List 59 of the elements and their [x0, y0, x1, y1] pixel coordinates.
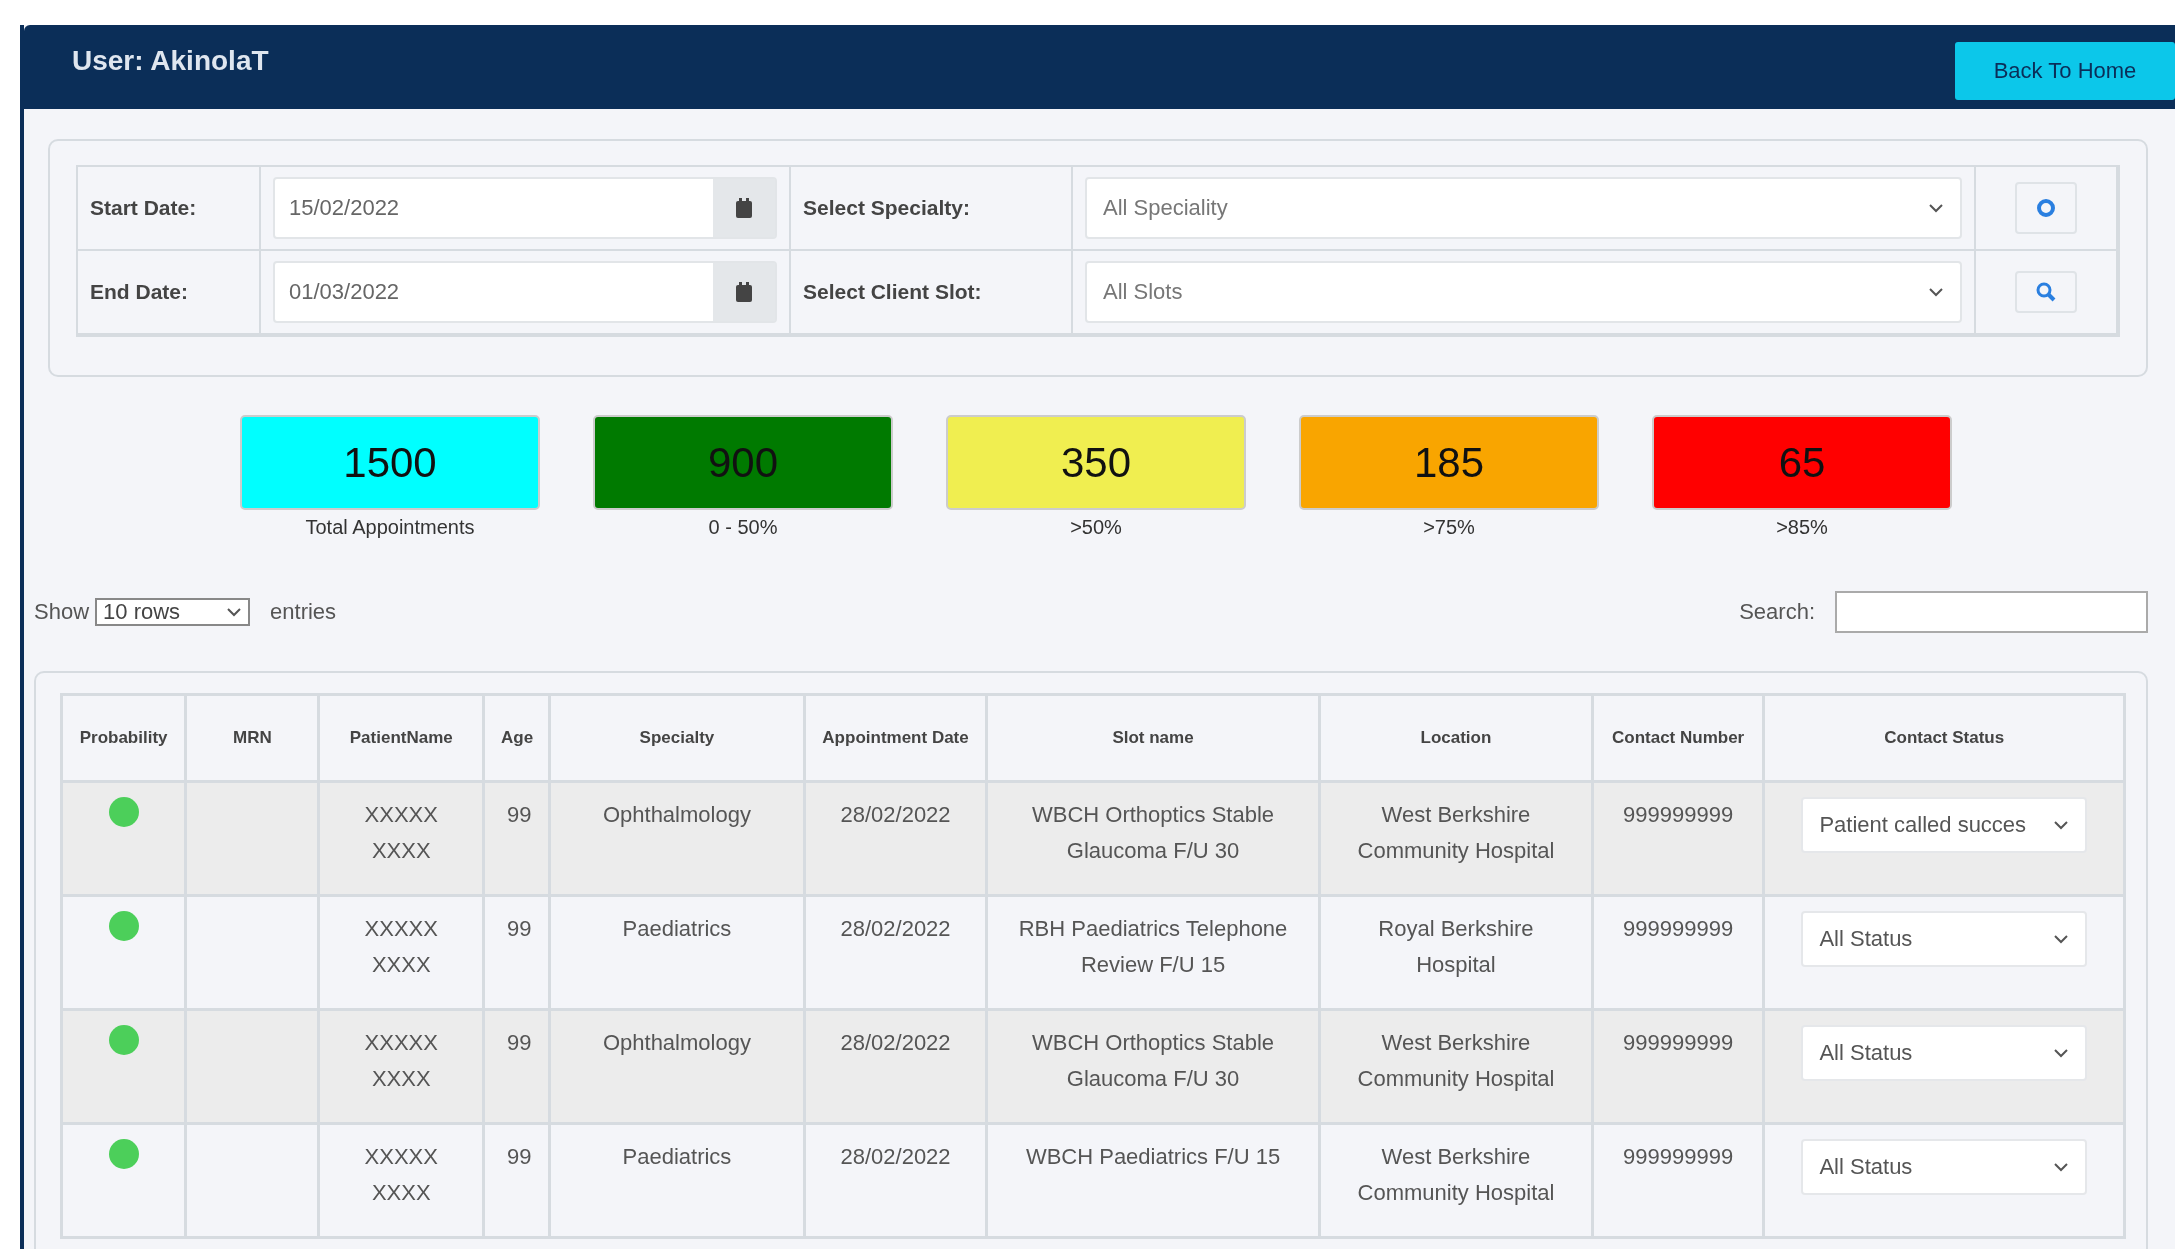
chevron-down-icon	[1928, 287, 1944, 297]
stat-tile: 350	[946, 415, 1246, 510]
chevron-down-icon	[2053, 1162, 2069, 1172]
entries-label: entries	[270, 599, 337, 625]
table-cell: Paediatrics	[549, 1123, 805, 1238]
column-header: Probability	[61, 694, 186, 782]
column-header: Age	[483, 694, 550, 782]
calendar-icon	[735, 197, 753, 219]
stat-tile: 65	[1652, 415, 1952, 510]
status-select[interactable]: All Status	[1801, 911, 2087, 967]
column-header: Contact Status	[1763, 694, 2125, 782]
table-cell: XXXXX XXXX	[319, 1123, 484, 1238]
search-label: Search:	[1739, 599, 1815, 625]
show-label: Show	[34, 599, 90, 625]
search-button[interactable]	[2015, 271, 2077, 313]
chevron-down-icon	[2053, 820, 2069, 830]
status-select[interactable]: All Status	[1801, 1139, 2087, 1195]
stat-label: 0 - 50%	[708, 516, 778, 539]
table-cell: 99	[483, 1123, 550, 1238]
chevron-down-icon	[2053, 934, 2069, 944]
refresh-button[interactable]	[2015, 182, 2077, 234]
column-header: PatientName	[319, 694, 484, 782]
column-header: Slot name	[986, 694, 1320, 782]
field-label: Select Client Slot:	[803, 280, 982, 304]
status-select[interactable]: Patient called succes	[1801, 797, 2087, 853]
start-date-field[interactable]: 15/02/2022	[273, 177, 777, 239]
column-header: Contact Number	[1592, 694, 1764, 782]
stat-label: Total Appointments	[305, 516, 475, 539]
field-label: Select Specialty:	[803, 196, 970, 220]
table-cell: WBCH Paediatrics F/U 15	[986, 1123, 1320, 1238]
chevron-down-icon	[1928, 203, 1944, 213]
client-slot-select[interactable]: All Slots	[1085, 261, 1962, 323]
chevron-down-icon	[2053, 1048, 2069, 1058]
stat-tile: 185	[1299, 415, 1599, 510]
specialty-select[interactable]: All Speciality	[1085, 177, 1962, 239]
field-label: End Date:	[90, 280, 188, 304]
table-cell: West Berkshire Community Hospital	[1319, 1123, 1593, 1238]
user-name: User: AkinolaT	[72, 45, 269, 77]
rows-select[interactable]: 10 rows	[95, 598, 251, 626]
column-header: Location	[1319, 694, 1593, 782]
back-to-home-button[interactable]: Back To Home	[1955, 42, 2175, 100]
column-header: Appointment Date	[804, 694, 987, 782]
search-field[interactable]	[1835, 591, 2148, 633]
stat-label: >50%	[1070, 516, 1122, 539]
calendar-icon	[735, 281, 753, 303]
status-select[interactable]: All Status	[1801, 1025, 2087, 1081]
search-icon	[2035, 281, 2057, 303]
stat-tile: 900	[593, 415, 893, 510]
column-header: Specialty	[549, 694, 805, 782]
stat-label: >75%	[1423, 516, 1475, 539]
refresh-icon	[2035, 197, 2057, 219]
field-label: Start Date:	[90, 196, 197, 220]
table-cell: 999999999	[1592, 1123, 1764, 1238]
chevron-down-icon	[226, 607, 243, 617]
stat-label: >85%	[1776, 516, 1828, 539]
table-cell: 28/02/2022	[804, 1123, 987, 1238]
end-date-field[interactable]: 01/03/2022	[273, 261, 777, 323]
column-header: MRN	[185, 694, 319, 782]
stat-tile: 1500	[240, 415, 540, 510]
